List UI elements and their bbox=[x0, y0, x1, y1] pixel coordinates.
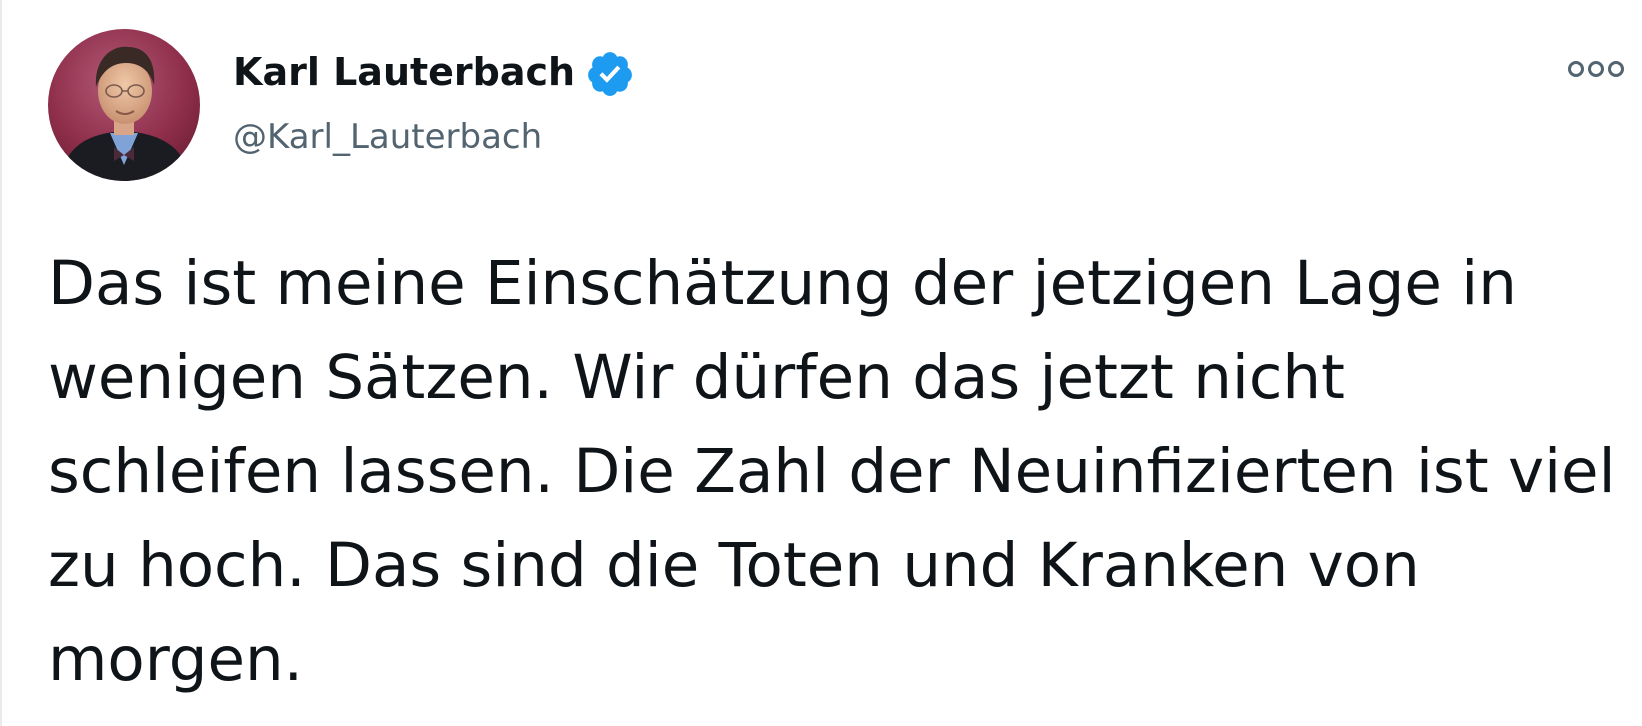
verified-badge-icon bbox=[585, 49, 635, 99]
divider bbox=[0, 0, 2, 726]
avatar[interactable] bbox=[48, 29, 200, 181]
tweet-card: Karl Lauterbach @Karl_Lauterbach Das ist… bbox=[0, 0, 1642, 726]
tweet-text: Das ist meine Einschätzung der jetzigen … bbox=[48, 248, 1616, 695]
author-handle[interactable]: @Karl_Lauterbach bbox=[233, 113, 542, 161]
author-name[interactable]: Karl Lauterbach bbox=[233, 46, 575, 98]
avatar-image bbox=[48, 29, 200, 181]
more-options-icon[interactable] bbox=[1568, 54, 1624, 84]
